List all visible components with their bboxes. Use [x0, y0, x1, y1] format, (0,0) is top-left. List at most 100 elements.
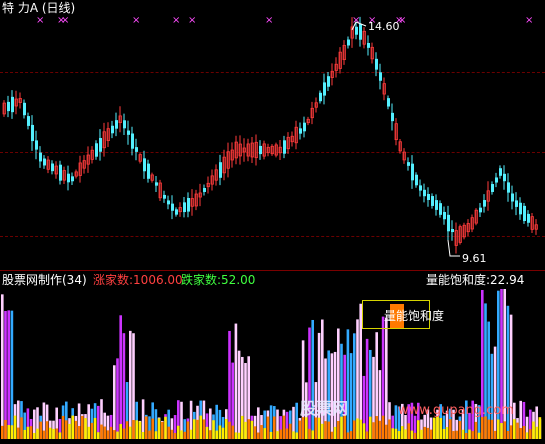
candle-body — [259, 145, 262, 155]
saturation-bar — [263, 428, 266, 439]
candle-body — [31, 124, 34, 142]
candle-body — [359, 23, 362, 40]
indicator-chart[interactable] — [0, 271, 545, 444]
candle-body — [175, 209, 178, 215]
saturation-bar — [525, 432, 529, 439]
candle-body — [495, 177, 498, 183]
saturation-bar — [442, 428, 446, 439]
saturation-bar — [493, 430, 497, 439]
volume-bar — [10, 310, 14, 439]
saturation-bar — [487, 419, 490, 439]
saturation-bar — [301, 417, 305, 439]
candle-body — [511, 193, 514, 202]
saturation-bar — [484, 416, 487, 439]
saturation-bar — [113, 430, 116, 439]
saturation-bar — [513, 419, 516, 439]
saturation-bar — [273, 416, 276, 439]
candle-body — [143, 158, 146, 172]
candle-body — [11, 96, 14, 113]
saturation-bar — [237, 432, 241, 439]
saturation-bar — [426, 427, 430, 439]
low-price-label: 9.61 — [462, 252, 487, 265]
volume-bar — [113, 365, 116, 439]
candle-body — [99, 138, 102, 152]
saturation-bar — [138, 421, 142, 439]
saturation-bar — [225, 418, 228, 439]
candle-body — [527, 213, 530, 223]
saturation-bar — [477, 432, 481, 439]
volume-bar — [308, 327, 311, 439]
saturation-bar — [141, 431, 145, 439]
saturation-bar — [164, 416, 167, 439]
saturation-bar — [55, 428, 58, 439]
saturation-bar — [45, 421, 49, 439]
saturation-bar — [308, 428, 311, 439]
candlestick-chart[interactable]: × ×× × × × × × × ×× × — [0, 0, 545, 270]
saturation-bar — [413, 432, 417, 439]
candle-body — [71, 176, 74, 182]
volume-bar — [385, 317, 388, 439]
candle-body — [479, 207, 482, 213]
saturation-bar — [132, 420, 135, 439]
saturation-bar — [490, 419, 494, 439]
saturation-bar — [362, 423, 366, 439]
saturation-bar — [535, 426, 538, 439]
candle-body — [127, 130, 130, 135]
saturation-bar — [167, 426, 170, 439]
saturation-bar — [87, 426, 90, 439]
saturation-bar — [52, 428, 55, 439]
saturation-bar — [266, 416, 270, 439]
saturation-bar — [125, 421, 129, 439]
saturation-bar — [250, 420, 254, 439]
candle-body — [367, 42, 370, 48]
signal-marker: × — [172, 15, 180, 26]
saturation-bar — [17, 427, 20, 439]
saturation-bar — [61, 415, 65, 439]
saturation-bar — [356, 418, 359, 439]
saturation-bar — [29, 426, 33, 439]
saturation-bar — [186, 421, 190, 439]
candle-body — [411, 163, 414, 181]
candle-body — [327, 76, 330, 87]
candle-body — [419, 185, 422, 191]
volume-bar — [349, 353, 353, 439]
saturation-bar — [282, 415, 286, 439]
saturation-bar — [314, 417, 318, 439]
candle-body — [391, 112, 394, 122]
legend-label: 量能饱和度 — [384, 309, 445, 323]
candle-body — [387, 98, 390, 107]
saturation-bar — [26, 426, 30, 439]
volume-bar — [506, 305, 510, 439]
saturation-bar — [445, 427, 449, 439]
saturation-bar — [407, 423, 410, 439]
candle-body — [427, 193, 430, 201]
saturation-bar — [231, 425, 234, 439]
saturation-bar — [247, 419, 250, 439]
saturation-bar — [65, 420, 68, 439]
signal-marker: × — [132, 15, 140, 26]
saturation-bar — [93, 417, 97, 439]
indicator-panel[interactable]: 股票网制作(34) 涨家数:1006.00 跌家数:52.00 量能饱和度:22… — [0, 271, 545, 444]
saturation-bar — [218, 425, 222, 439]
saturation-bar — [212, 420, 215, 439]
low-pointer — [447, 239, 460, 257]
volume-bar — [321, 319, 324, 439]
volume-bar — [116, 358, 119, 439]
candle-body — [111, 125, 114, 134]
indicator-title: 股票网制作(34) — [2, 273, 87, 287]
saturation-bar — [509, 425, 513, 439]
saturation-bar — [71, 415, 74, 439]
price-chart-panel[interactable]: 特 力A (日线) × × × × × × × × × × × × 14.60 9.61 — [0, 0, 545, 270]
saturation-bar — [410, 430, 414, 439]
saturation-bar — [532, 421, 535, 439]
saturation-bar — [503, 421, 506, 439]
volume-bar — [1, 294, 4, 439]
saturation-bar — [42, 430, 46, 439]
candle-body — [407, 162, 410, 166]
watermark-logo-text: 股票网 — [300, 399, 349, 418]
saturation-bar — [471, 431, 474, 439]
volume-bar — [7, 310, 10, 439]
volume-bar — [129, 330, 132, 439]
signal-marker: × — [36, 15, 44, 26]
saturation-label: 量能饱和度:22.94 — [426, 273, 525, 287]
